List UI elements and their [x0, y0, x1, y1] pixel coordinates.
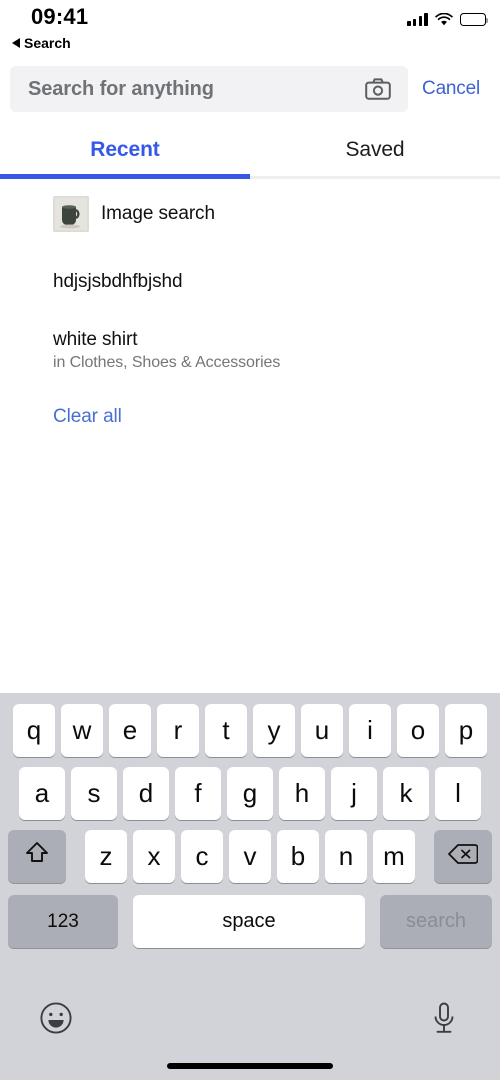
key-c[interactable]: c [181, 830, 223, 883]
home-indicator[interactable] [167, 1063, 333, 1069]
key-r[interactable]: r [157, 704, 199, 757]
list-item[interactable]: white shirt in Clothes, Shoes & Accessor… [0, 293, 500, 372]
back-to-search-indicator[interactable]: Search [12, 35, 71, 51]
camera-icon[interactable] [362, 73, 394, 105]
recent-search-list: Image search hdjsjsbdhfbjshd white shirt… [0, 179, 500, 428]
status-bar: 09:41 [0, 0, 500, 32]
numeric-key[interactable]: 123 [8, 895, 118, 948]
key-n[interactable]: n [325, 830, 367, 883]
key-a[interactable]: a [19, 767, 65, 820]
status-indicators [407, 12, 489, 26]
keyboard-row-3-letters: z x c v b n m [85, 830, 415, 883]
key-m[interactable]: m [373, 830, 415, 883]
recent-item-query[interactable]: hdjsjsbdhfbjshd [53, 235, 480, 293]
key-u[interactable]: u [301, 704, 343, 757]
key-b[interactable]: b [277, 830, 319, 883]
list-item[interactable]: Image search [0, 179, 500, 235]
back-triangle-icon [12, 38, 20, 48]
back-indicator-label: Search [24, 35, 71, 51]
key-l[interactable]: l [435, 767, 481, 820]
emoji-key[interactable] [34, 998, 78, 1042]
recent-item-label: Image search [101, 203, 215, 224]
list-item[interactable]: hdjsjsbdhfbjshd [0, 235, 500, 293]
search-input-placeholder[interactable]: Search for anything [28, 78, 362, 101]
phone-screen: 09:41 Search Search for anything Cancel … [0, 0, 500, 1080]
recent-item-subtitle: in Clothes, Shoes & Accessories [53, 354, 281, 371]
key-s[interactable]: s [71, 767, 117, 820]
recent-item-image-search[interactable]: Image search [53, 179, 480, 235]
key-g[interactable]: g [227, 767, 273, 820]
search-return-key[interactable]: search [380, 895, 492, 948]
cellular-signal-icon [407, 13, 428, 26]
key-o[interactable]: o [397, 704, 439, 757]
status-time: 09:41 [31, 4, 89, 29]
search-tabs: Recent Saved [0, 122, 500, 178]
on-screen-keyboard: q w e r t y u i o p a s d f g h j k l z … [0, 693, 500, 1080]
keyboard-bottom-bar [0, 984, 500, 1080]
key-j[interactable]: j [331, 767, 377, 820]
key-h[interactable]: h [279, 767, 325, 820]
recent-item-title: hdjsjsbdhfbjshd [53, 271, 183, 292]
emoji-smiley-icon [39, 1001, 73, 1040]
search-field[interactable]: Search for anything [10, 66, 409, 112]
keyboard-row-4: 123 space search [0, 883, 500, 948]
recent-item-query-scoped[interactable]: white shirt in Clothes, Shoes & Accessor… [53, 293, 480, 372]
keyboard-row-1: q w e r t y u i o p [0, 693, 500, 757]
key-v[interactable]: v [229, 830, 271, 883]
key-i[interactable]: i [349, 704, 391, 757]
key-p[interactable]: p [445, 704, 487, 757]
keyboard-row-2: a s d f g h j k l [0, 757, 500, 820]
cancel-button[interactable]: Cancel [408, 78, 490, 100]
keyboard-row-3: z x c v b n m [0, 820, 500, 883]
tab-recent[interactable]: Recent [0, 122, 250, 178]
key-t[interactable]: t [205, 704, 247, 757]
key-q[interactable]: q [13, 704, 55, 757]
shift-key[interactable] [8, 830, 66, 883]
dictation-key[interactable] [422, 998, 466, 1042]
backspace-key[interactable] [434, 830, 492, 883]
key-y[interactable]: y [253, 704, 295, 757]
mug-thumbnail [53, 196, 89, 232]
shift-arrow-icon [24, 840, 50, 873]
tab-saved[interactable]: Saved [250, 122, 500, 178]
search-bar: Search for anything Cancel [0, 62, 500, 116]
backspace-icon [448, 841, 479, 872]
wifi-icon [435, 12, 453, 26]
recent-item-title: white shirt [53, 329, 138, 350]
microphone-icon [429, 1001, 459, 1040]
key-z[interactable]: z [85, 830, 127, 883]
clear-all-button[interactable]: Clear all [53, 372, 480, 428]
key-f[interactable]: f [175, 767, 221, 820]
key-x[interactable]: x [133, 830, 175, 883]
key-e[interactable]: e [109, 704, 151, 757]
key-w[interactable]: w [61, 704, 103, 757]
key-d[interactable]: d [123, 767, 169, 820]
space-key[interactable]: space [133, 895, 365, 948]
battery-icon [460, 13, 489, 26]
clear-all-row[interactable]: Clear all [0, 372, 500, 428]
key-k[interactable]: k [383, 767, 429, 820]
